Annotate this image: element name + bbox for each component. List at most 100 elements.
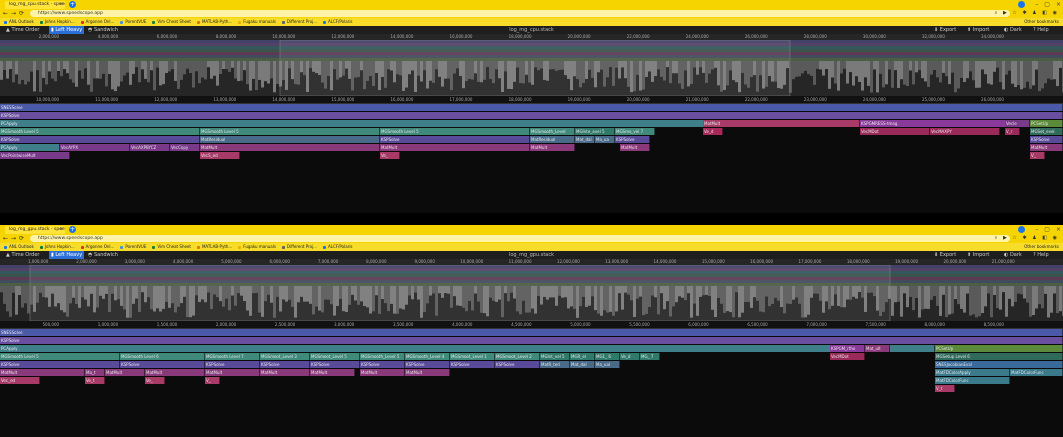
flame-frame[interactable]: Ma_ual: [595, 361, 620, 368]
flame-frame[interactable]: MatMult: [380, 144, 530, 151]
flame-frame[interactable]: Vec_ed: [0, 377, 40, 384]
flame-frame[interactable]: KSPSolve: [495, 361, 540, 368]
tab-close-icon[interactable]: ×: [59, 226, 63, 234]
flame-frame[interactable]: MatFDColorApply: [935, 369, 1010, 376]
flame-frame[interactable]: MatMult: [1030, 144, 1063, 151]
bookmark-item[interactable]: ANL Outlook: [4, 18, 34, 26]
flame-frame[interactable]: MGSmoot_Level 2: [495, 353, 540, 360]
flame-frame[interactable]: KSPSolve: [310, 361, 360, 368]
flame-frame[interactable]: KSPSolve: [0, 337, 1063, 344]
flame-frame[interactable]: PCApply: [0, 345, 935, 352]
tab-close-icon[interactable]: ×: [59, 1, 63, 9]
flame-frame[interactable]: VecMDot: [830, 353, 865, 360]
flame-frame[interactable]: MGSmooth Level 5: [200, 128, 380, 135]
flame-frame[interactable]: KSPSolve: [405, 361, 450, 368]
import-button[interactable]: ⬆ Import: [967, 251, 989, 259]
back-icon[interactable]: ←: [3, 9, 8, 18]
flame-frame[interactable]: KSPSolve: [360, 361, 405, 368]
bookmark-item[interactable]: Fugaku manuals: [238, 243, 276, 251]
flame-frame[interactable]: Ma_ua: [595, 136, 615, 143]
minimap[interactable]: 1,000,000 2,000,000 3,000,000 4,000,000 5,00…: [0, 259, 1063, 321]
minimize-button[interactable]: –: [1035, 226, 1038, 233]
maximize-button[interactable]: ▢: [1044, 1, 1050, 8]
bookmark-item[interactable]: Different Proj...: [281, 243, 317, 251]
forward-icon[interactable]: →: [11, 234, 16, 243]
flame-frame[interactable]: MGSetup Level 6: [935, 353, 1063, 360]
help-button[interactable]: ? Help: [1033, 251, 1049, 259]
flame-frame[interactable]: KSPGM_rtho: [830, 345, 865, 352]
profile-avatar[interactable]: [1018, 1, 1025, 8]
flame-frame[interactable]: MatMult: [703, 120, 860, 127]
export-button[interactable]: ⬇ Export: [934, 26, 956, 34]
flame-frame[interactable]: MatMult: [620, 144, 650, 151]
flame-frame[interactable]: VecAXPBYCZ: [130, 144, 170, 151]
close-window-button[interactable]: ×: [1056, 1, 1061, 8]
help-button[interactable]: ? Help: [1033, 26, 1049, 34]
flame-frame[interactable]: MatMult: [0, 369, 85, 376]
flame-frame[interactable]: KSPSolve: [0, 136, 200, 143]
flame-frame[interactable]: MGSmooth_Level 5: [360, 353, 405, 360]
bookmark-item[interactable]: ALCF/Polaris: [322, 18, 353, 26]
other-bookmarks[interactable]: Other bookmarks: [1024, 18, 1059, 26]
bookmark-item[interactable]: Fugaku manuals: [238, 18, 276, 26]
bookmark-item[interactable]: MATLAB-Pyth...: [196, 18, 232, 26]
flame-frame[interactable]: V_: [1030, 152, 1045, 159]
flame-frame[interactable]: MatMult: [105, 369, 145, 376]
flame-frame[interactable]: KSPSolve: [260, 361, 310, 368]
bookmark-item[interactable]: Johns Hopkin...: [39, 243, 75, 251]
flame-frame[interactable]: MGSmooth Level 5: [0, 353, 120, 360]
flame-frame[interactable]: Mat_dal: [575, 136, 595, 143]
flamegraph[interactable]: 10,000,000 11,000,000 12,000,000 13,000,000…: [0, 96, 1063, 213]
flame-frame[interactable]: Ve_: [145, 377, 165, 384]
flame-frame[interactable]: KSPSolve: [0, 112, 1063, 119]
back-icon[interactable]: ←: [3, 234, 8, 243]
flame-frame[interactable]: MGR_el: [570, 353, 595, 360]
flame-frame[interactable]: Ve_: [380, 152, 400, 159]
minimap-viewport[interactable]: [279, 40, 791, 96]
flame-frame[interactable]: MGSmooth Level 5: [380, 128, 530, 135]
bookmark-item[interactable]: Vim Cheat Sheet: [152, 243, 191, 251]
bookmark-item[interactable]: PorentVUE: [120, 18, 146, 26]
minimap-viewport[interactable]: [29, 265, 891, 321]
flame-frame[interactable]: MatMult: [310, 369, 355, 376]
flame-frame[interactable]: MG1_ 6: [595, 353, 620, 360]
flame-frame[interactable]: PCSetUp: [1030, 120, 1063, 127]
flame-frame[interactable]: MatResidual: [530, 136, 575, 143]
flame-frame[interactable]: Ve_t: [85, 377, 105, 384]
flame-frame[interactable]: V_: [205, 377, 220, 384]
flame-frame[interactable]: KSPSolve: [380, 136, 530, 143]
bookmark-item[interactable]: PorentVUE: [120, 243, 146, 251]
flame-frame[interactable]: VecAYPX: [60, 144, 130, 151]
flame-frame[interactable]: MatMult: [205, 369, 260, 376]
flame-frame[interactable]: Ve_d: [703, 128, 723, 135]
flame-frame[interactable]: MGInte_avel 5: [575, 128, 615, 135]
flame-frame[interactable]: MGSet_evel: [1030, 128, 1063, 135]
bookmark-item[interactable]: Argonne Onl...: [80, 243, 114, 251]
flame-frame[interactable]: KSPSolve: [0, 361, 120, 368]
browser-tab[interactable]: log_mg_gpu.stack - speedscope×: [5, 226, 65, 234]
flame-frame[interactable]: MatMult: [260, 369, 310, 376]
flame-frame[interactable]: Mat_ult: [865, 345, 890, 352]
flame-frame[interactable]: MGInt_vel 5: [540, 353, 570, 360]
url-input[interactable]: https://www.speedscope.app: [30, 10, 1010, 17]
flame-frame[interactable]: MatMult: [530, 144, 575, 151]
bookmark-item[interactable]: Vim Cheat Sheet: [152, 18, 191, 26]
flame-frame[interactable]: MatMult: [200, 144, 380, 151]
flame-frame[interactable]: MGSmooth Level 5: [0, 128, 200, 135]
bookmark-item[interactable]: MATLAB-Pyth...: [196, 243, 232, 251]
extension-icons[interactable]: ⌕ ▶ ☆ ✱ ♟ ◧ ◉: [995, 9, 1059, 18]
flame-frame[interactable]: PCSetUp: [935, 345, 1063, 352]
bookmark-item[interactable]: Johns Hopkin...: [39, 18, 75, 26]
flame-frame[interactable]: MGSmoot_Level 3: [260, 353, 310, 360]
flame-frame[interactable]: MG_ 7: [640, 353, 660, 360]
flame-frame[interactable]: Vecle: [1005, 120, 1030, 127]
new-tab-button[interactable]: +: [69, 1, 76, 8]
other-bookmarks[interactable]: Other bookmarks: [1024, 243, 1059, 251]
flame-frame[interactable]: MGSmo_vel 7: [615, 128, 655, 135]
bookmark-item[interactable]: Different Proj...: [281, 18, 317, 26]
flame-frame[interactable]: PCApply: [0, 144, 60, 151]
maximize-button[interactable]: ▢: [1044, 226, 1050, 233]
close-window-button[interactable]: ×: [1056, 226, 1061, 233]
flame-frame[interactable]: KSPSolve: [120, 361, 205, 368]
reload-icon[interactable]: ⟳: [19, 234, 24, 243]
